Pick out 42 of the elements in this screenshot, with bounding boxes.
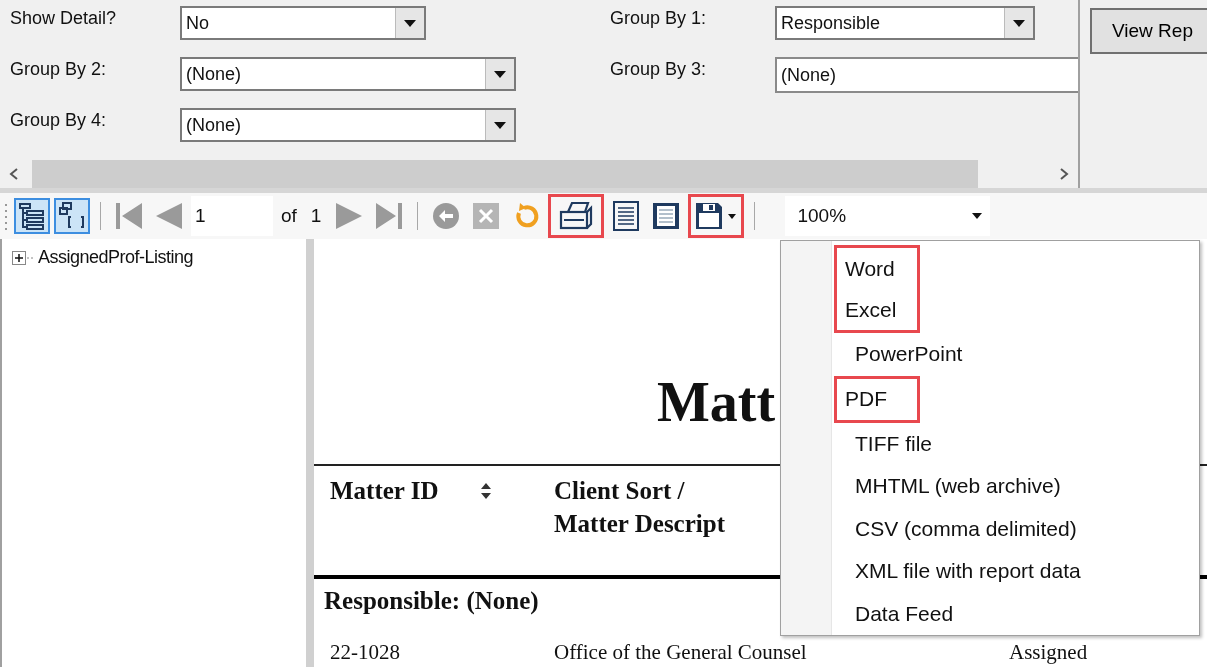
menu-item[interactable]: Excel xyxy=(845,289,917,330)
group-heading: Responsible: (None) xyxy=(324,587,539,615)
parameters-icon xyxy=(57,201,87,231)
menu-item[interactable]: XML file with report data xyxy=(842,550,1081,593)
tree-view-icon xyxy=(17,201,47,231)
expand-icon[interactable] xyxy=(12,250,36,265)
parameter-label: Group By 2: xyxy=(9,58,108,80)
highlighted-tool-button[interactable] xyxy=(688,194,745,238)
parameter-dropdown[interactable]: Responsible xyxy=(775,6,1035,40)
menu-item[interactable]: PowerPoint xyxy=(842,333,1081,376)
tree-item[interactable]: AssignedProf-Listing xyxy=(38,247,194,268)
parameter-field[interactable]: (None) xyxy=(775,57,1078,93)
parameter-label: Group By 1: xyxy=(609,7,708,29)
highlighted-tool-button[interactable] xyxy=(548,194,605,238)
parameter-dropdown[interactable]: (None) xyxy=(180,57,516,91)
zoom-dropdown[interactable]: 100% xyxy=(785,196,991,236)
column-header: Client Sort / Matter Descript xyxy=(554,476,726,539)
menu-item[interactable]: MHTML (web archive) xyxy=(842,465,1081,508)
grip-icon xyxy=(4,201,10,231)
parameter-label: Show Detail? xyxy=(9,7,118,29)
menu-item[interactable]: Word xyxy=(845,248,917,289)
menu-item[interactable]: Data Feed xyxy=(842,592,1081,635)
table-cell-text: Assigned xyxy=(1009,641,1089,663)
tool-button[interactable] xyxy=(54,198,90,234)
view-report-button[interactable]: View Rep xyxy=(1090,8,1207,54)
parameter-dropdown[interactable]: No xyxy=(180,6,426,40)
parameter-label: Group By 4: xyxy=(9,109,108,131)
report-title: Matt xyxy=(657,370,776,435)
table-cell-text: 22-1028 xyxy=(330,641,401,663)
menu-item[interactable]: TIFF file xyxy=(842,422,1081,465)
page-of-label: of xyxy=(281,205,297,227)
parameter-label: Group By 3: xyxy=(609,58,708,80)
tool-button[interactable] xyxy=(14,198,50,234)
page-total-label: 1 xyxy=(310,205,322,227)
dropdown-arrow-icon xyxy=(972,213,983,219)
table-cell-text: Office of the General Counsel xyxy=(554,641,808,663)
page-number-field[interactable]: 1 xyxy=(191,196,273,236)
parameter-dropdown[interactable]: (None) xyxy=(180,108,516,142)
menu-item[interactable]: CSV (comma delimited) xyxy=(842,507,1081,550)
column-header: Matter ID xyxy=(330,476,439,506)
menu-item[interactable]: PDF xyxy=(845,378,917,420)
printer-icon[interactable] xyxy=(558,200,595,232)
